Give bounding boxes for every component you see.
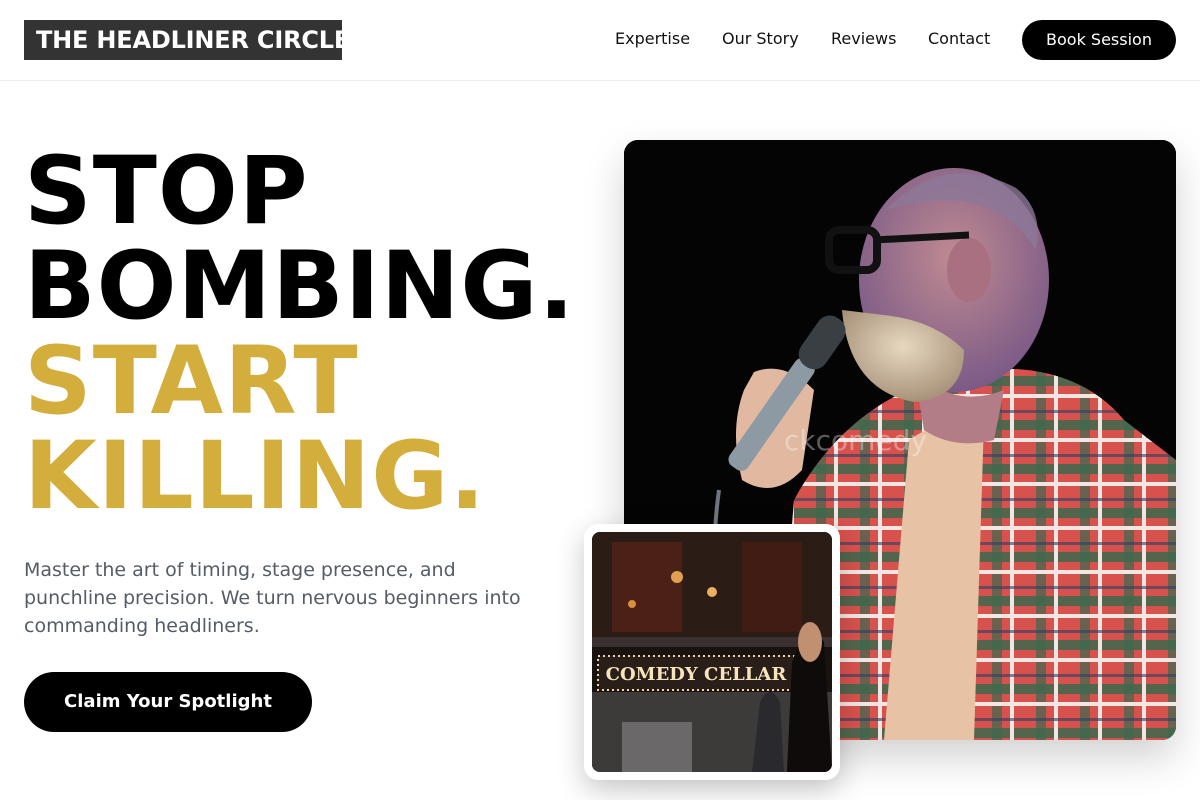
headline-line-killing: KILLING. <box>24 422 487 531</box>
hero-headline: STOP BOMBING. START KILLING. <box>24 144 575 524</box>
book-session-button[interactable]: Book Session <box>1022 20 1176 60</box>
nav-link-expertise[interactable]: Expertise <box>615 29 690 49</box>
headline-line-stop: STOP <box>24 137 309 246</box>
site-header: THE HEADLINER CIRCLE Expertise Our Story… <box>0 0 1200 81</box>
venue-photo-frame: COMEDY CELLAR <box>584 524 840 780</box>
venue-photo: COMEDY CELLAR <box>592 532 832 772</box>
nav-link-our-story[interactable]: Our Story <box>722 29 799 49</box>
nav-link-contact[interactable]: Contact <box>928 29 990 49</box>
claim-spotlight-button[interactable]: Claim Your Spotlight <box>24 672 312 732</box>
hero-subtext: Master the art of timing, stage presence… <box>24 559 521 637</box>
headline-line-bombing: BOMBING. <box>24 232 576 341</box>
venue-sign-text: COMEDY CELLAR <box>606 664 788 685</box>
photo-watermark: ckcomedy <box>784 424 927 457</box>
venue-illustration: COMEDY CELLAR <box>592 532 832 772</box>
headline-line-start: START <box>24 327 359 436</box>
site-logo[interactable]: THE HEADLINER CIRCLE <box>24 20 350 60</box>
nav-link-reviews[interactable]: Reviews <box>831 29 896 49</box>
